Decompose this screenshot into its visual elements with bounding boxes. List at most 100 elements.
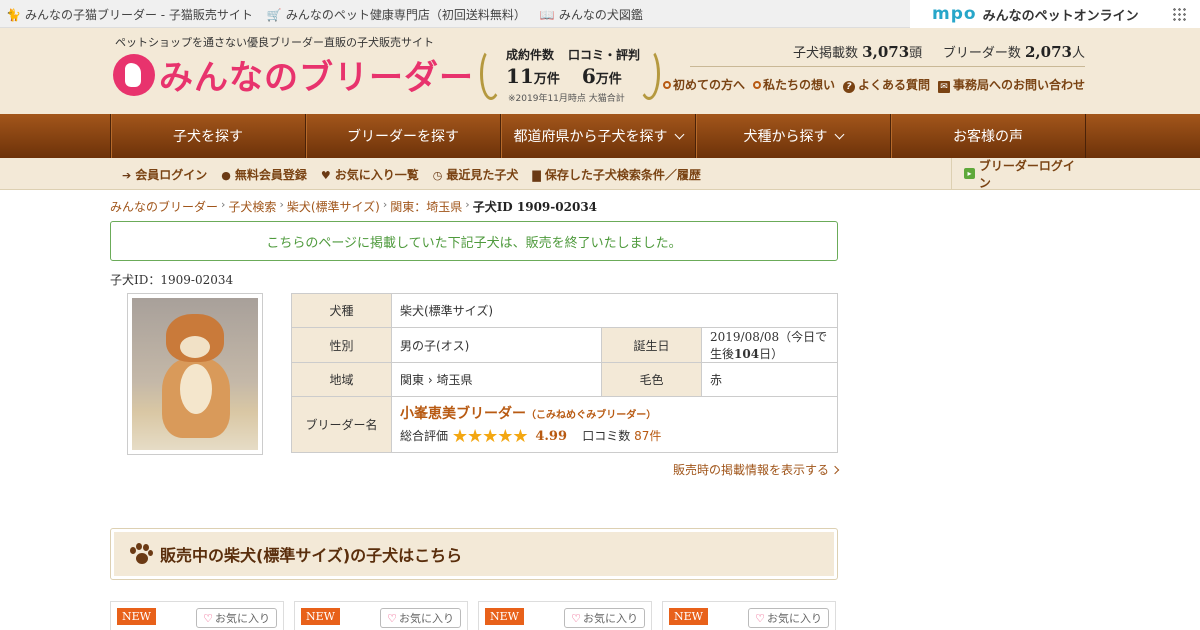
breeder-label: ブリーダー名 xyxy=(291,396,392,453)
breadcrumb-region[interactable]: 関東：埼玉県 xyxy=(390,198,462,215)
favorite-button[interactable]: ♡ お気に入り xyxy=(196,608,277,628)
laurel-left-icon xyxy=(480,48,502,100)
reviews-count-link[interactable]: 87件 xyxy=(634,429,661,443)
breeder-name-link[interactable]: 小峯恵美ブリーダー xyxy=(400,406,526,422)
heart-icon: ♡ xyxy=(387,612,397,625)
chevron-down-icon xyxy=(674,129,684,139)
heart-icon: ♥ xyxy=(320,169,331,182)
puppy-image xyxy=(132,298,258,450)
favorites-link[interactable]: ♥ お気に入り一覧 xyxy=(321,166,419,183)
breeder-login-link[interactable]: ▸ ブリーダーログイン xyxy=(951,158,1086,190)
header-sublinks: 初めての方へ 私たちの想い ? よくある質問 ✉ 事務局へのお問い合わせ xyxy=(662,76,1085,93)
puppy-info-table: 犬種 柴犬(標準サイズ) 性別 男の子(オス) 誕生日 2019/08/08（今… xyxy=(291,293,838,453)
show-sale-info-link[interactable]: 販売時の掲載情報を表示する xyxy=(673,461,840,478)
breadcrumb-current: 子犬ID 1909-02034 xyxy=(472,200,598,214)
pet-health-shop-link[interactable]: 🛒 みんなのペット健康専門店（初回送料無料） xyxy=(267,6,526,23)
breed-label: 犬種 xyxy=(291,293,392,328)
heart-icon: ♡ xyxy=(755,612,765,625)
mpo-logo: mpo xyxy=(932,4,977,24)
puppy-card[interactable]: NEW ♡ お気に入り xyxy=(662,601,836,630)
brand-name: みんなのブリーダー xyxy=(159,58,474,98)
user-icon: ● xyxy=(221,169,231,182)
contact-link[interactable]: ✉ 事務局へのお問い合わせ xyxy=(937,76,1085,93)
saved-search-link[interactable]: ▇ 保存した子犬検索条件／履歴 xyxy=(532,166,700,183)
favorite-button[interactable]: ♡ お気に入り xyxy=(564,608,645,628)
rating-label: 総合評価 xyxy=(400,428,449,443)
breeder-kana: （こみねめぐみブリーダー） xyxy=(526,409,657,421)
sister-site-links: 🐈 みんなの子猫ブリーダー - 子猫販売サイト 🛒 みんなのペット健康専門店（初回送… xyxy=(6,6,643,23)
cat-icon: 🐈 xyxy=(6,7,21,22)
arrow-right-icon: ▸ xyxy=(964,168,975,179)
sex-value: 男の子(オス) xyxy=(391,327,602,363)
award-badge: 成約件数 口コミ・評判 11万件 6万件 ※2019年11月時点 大猫合計 xyxy=(480,44,660,104)
faq-link[interactable]: ? よくある質問 xyxy=(842,76,930,93)
recently-viewed-link[interactable]: ◷ 最近見た子犬 xyxy=(433,166,519,183)
dog-logo-icon xyxy=(113,53,155,96)
contracts-count: 11 xyxy=(506,64,534,88)
breadcrumb-breed[interactable]: 柴犬(標準サイズ) xyxy=(287,198,380,215)
star-rating-icon: ★★★★★ xyxy=(451,425,529,447)
puppy-card[interactable]: NEW ♡ お気に入り xyxy=(294,601,468,630)
clock-icon: ◷ xyxy=(432,169,443,182)
breadcrumb-search[interactable]: 子犬検索 xyxy=(228,198,276,215)
sale-ended-notice: こちらのページに掲載していた下記子犬は、販売を終了いたしました。 xyxy=(110,221,838,261)
question-icon: ? xyxy=(842,81,855,93)
section-title: 販売中の柴犬(標準サイズ)の子犬はこちら xyxy=(160,546,463,565)
birthday-label: 誕生日 xyxy=(601,327,702,363)
mpo-banner[interactable]: mpo みんなのペットオンライン xyxy=(910,0,1200,28)
contracts-label: 成約件数 xyxy=(506,48,555,62)
document-icon: ▇ xyxy=(532,169,541,182)
site-counts: 子犬掲載数 3,073頭 ブリーダー数 2,073人 xyxy=(793,43,1085,61)
mpo-text: みんなのペットオンライン xyxy=(982,8,1139,24)
new-badge: NEW xyxy=(669,608,708,625)
breadcrumb-separator-icon: › xyxy=(382,198,388,211)
breadcrumb-separator-icon: › xyxy=(279,198,284,211)
breed-value: 柴犬(標準サイズ) xyxy=(391,293,838,328)
heart-icon: ♡ xyxy=(203,612,213,625)
register-link[interactable]: ● 無料会員登録 xyxy=(221,166,307,183)
birthday-value: 2019/08/08（今日で生後104日） xyxy=(701,327,838,363)
region-label: 地域 xyxy=(291,362,392,397)
nav-find-puppy[interactable]: 子犬を探す xyxy=(111,114,306,158)
region-value: 関東 › 埼玉県 xyxy=(391,362,602,397)
login-icon: ➔ xyxy=(122,169,132,182)
brand-logo[interactable]: みんなのブリーダー xyxy=(113,50,474,99)
first-time-link[interactable]: 初めての方へ xyxy=(662,76,745,93)
puppy-card[interactable]: NEW ♡ お気に入り xyxy=(478,601,652,630)
new-badge: NEW xyxy=(117,608,156,625)
chevron-right-icon: › xyxy=(427,373,433,387)
new-badge: NEW xyxy=(485,608,524,625)
nav-customer-voices[interactable]: お客様の声 xyxy=(891,114,1086,158)
sub-nav: ➔ 会員ログイン ● 無料会員登録 ♥ お気に入り一覧 ◷ 最近見た子犬 ▇ 保存した子犬… xyxy=(0,158,1200,190)
site-header: ペットショップを通さない優良ブリーダー直販の子犬販売サイト みんなのブリーダー … xyxy=(0,28,1200,114)
reviews-label: 口コミ・評判 xyxy=(568,48,641,62)
breadcrumb-home[interactable]: みんなのブリーダー xyxy=(110,198,218,215)
dog-encyclopedia-link[interactable]: 📖 みんなの犬図鑑 xyxy=(540,6,643,23)
laurel-right-icon xyxy=(638,48,660,100)
header-divider xyxy=(690,66,1085,67)
sex-label: 性別 xyxy=(291,327,392,363)
circle-icon xyxy=(662,81,671,89)
rating-score: 4.99 xyxy=(535,428,568,444)
favorite-button[interactable]: ♡ お気に入り xyxy=(380,608,461,628)
nav-find-breeder[interactable]: ブリーダーを探す xyxy=(306,114,501,158)
tagline: ペットショップを通さない優良ブリーダー直販の子犬販売サイト xyxy=(115,36,434,49)
favorite-button[interactable]: ♡ お気に入り xyxy=(748,608,829,628)
nav-by-breed[interactable]: 犬種から探す xyxy=(696,114,891,158)
breadcrumb-separator-icon: › xyxy=(465,198,470,211)
nav-by-prefecture[interactable]: 都道府県から子犬を探す xyxy=(501,114,696,158)
paw-icon xyxy=(128,542,153,566)
section-header: 販売中の柴犬(標準サイズ)の子犬はこちら xyxy=(110,528,838,580)
puppy-card[interactable]: NEW ♡ お気に入り xyxy=(110,601,284,630)
member-login-link[interactable]: ➔ 会員ログイン xyxy=(122,166,207,183)
cat-breeder-link[interactable]: 🐈 みんなの子猫ブリーダー - 子猫販売サイト xyxy=(6,6,253,23)
reviews-count: 6 xyxy=(581,64,596,88)
grid-menu-icon[interactable] xyxy=(1172,7,1186,21)
award-note: ※2019年11月時点 大猫合計 xyxy=(508,94,625,104)
breeder-count: 2,073 xyxy=(1025,43,1072,61)
puppy-id: 子犬ID：1909-02034 xyxy=(110,273,234,287)
puppy-count: 3,073 xyxy=(862,43,910,61)
mail-icon: ✉ xyxy=(937,81,950,93)
circle-icon xyxy=(752,81,761,89)
our-thoughts-link[interactable]: 私たちの想い xyxy=(752,76,835,93)
